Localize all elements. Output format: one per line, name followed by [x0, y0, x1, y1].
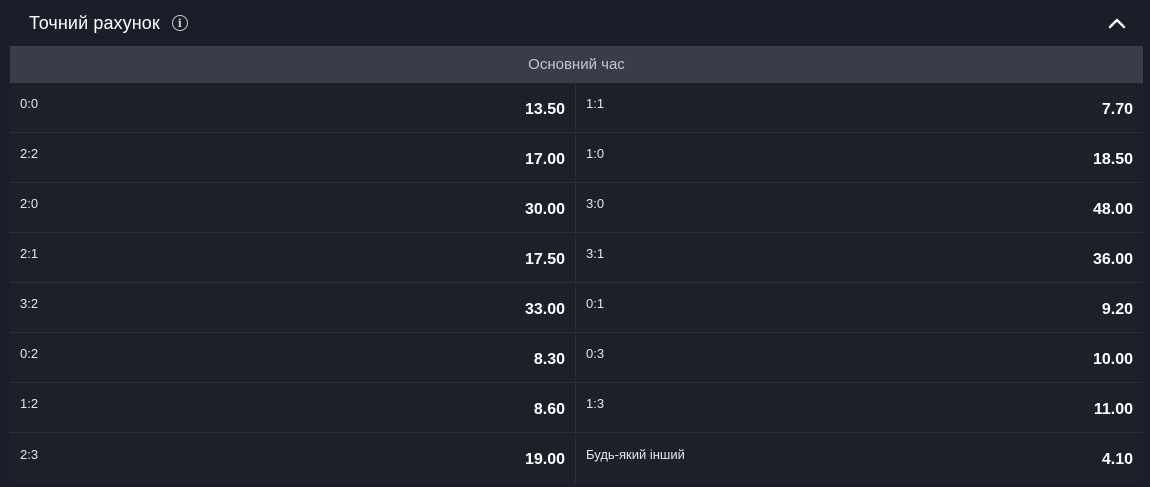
market-header[interactable]: Точний рахунок i: [0, 0, 1150, 46]
odds-button[interactable]: 3:2 33.00: [10, 283, 576, 332]
odds-button[interactable]: 3:1 36.00: [576, 233, 1143, 282]
odds-value: 36.00: [1092, 250, 1133, 268]
table-row: 2:0 30.00 3:0 48.00: [10, 183, 1143, 233]
odds-button[interactable]: 0:2 8.30: [10, 333, 576, 382]
odds-button[interactable]: 1:1 7.70: [576, 83, 1143, 132]
score-label: 2:1: [20, 246, 39, 261]
score-label: 1:0: [586, 146, 605, 161]
odds-value: 18.50: [1092, 150, 1133, 168]
odds-value: 8.60: [533, 400, 565, 418]
score-label: 0:1: [586, 296, 605, 311]
odds-button[interactable]: 2:1 17.50: [10, 233, 576, 282]
odds-button[interactable]: 0:0 13.50: [10, 83, 576, 132]
odds-value: 17.50: [524, 250, 565, 268]
odds-value: 4.10: [1101, 451, 1133, 468]
score-label: 1:1: [586, 96, 605, 111]
table-row: 2:2 17.00 1:0 18.50: [10, 133, 1143, 183]
odds-button[interactable]: 1:3 11.00: [576, 383, 1143, 432]
score-label: 3:2: [20, 296, 39, 311]
odds-value: 17.00: [524, 150, 565, 168]
odds-value: 33.00: [524, 300, 565, 318]
table-row: 2:3 19.00 Будь-який інший 4.10: [10, 433, 1143, 483]
table-row: 0:0 13.50 1:1 7.70: [10, 83, 1143, 133]
chevron-up-icon[interactable]: [1106, 12, 1128, 34]
period-label: Основний час: [528, 56, 625, 73]
exact-score-market: Точний рахунок i Основний час 0:0 13.50 …: [0, 0, 1150, 487]
odds-value: 11.00: [1093, 400, 1133, 418]
odds-button[interactable]: 2:3 19.00: [10, 433, 576, 483]
market-title: Точний рахунок: [29, 12, 160, 33]
odds-value: 48.00: [1092, 200, 1133, 218]
odds-grid: 0:0 13.50 1:1 7.70 2:2 17.00 1:0 18.50 2…: [10, 83, 1143, 483]
score-label: 0:0: [20, 96, 39, 111]
score-label: 2:2: [20, 146, 39, 161]
odds-button[interactable]: 1:2 8.60: [10, 383, 576, 432]
table-row: 0:2 8.30 0:3 10.00: [10, 333, 1143, 383]
odds-value: 10.00: [1092, 350, 1133, 368]
odds-value: 19.00: [524, 451, 565, 468]
odds-button[interactable]: 3:0 48.00: [576, 183, 1143, 232]
table-row: 2:1 17.50 3:1 36.00: [10, 233, 1143, 283]
score-label: 1:2: [20, 396, 39, 411]
score-label: 3:0: [586, 196, 605, 211]
score-label: 3:1: [586, 246, 605, 261]
odds-button[interactable]: 2:2 17.00: [10, 133, 576, 182]
table-row: 3:2 33.00 0:1 9.20: [10, 283, 1143, 333]
odds-value: 8.30: [533, 350, 565, 368]
score-label: 0:3: [586, 346, 605, 361]
odds-value: 7.70: [1101, 100, 1133, 118]
score-label: 1:3: [586, 396, 605, 411]
period-header: Основний час: [10, 46, 1143, 83]
score-label: 0:2: [20, 346, 39, 361]
odds-value: 13.50: [524, 100, 565, 118]
odds-button[interactable]: 1:0 18.50: [576, 133, 1143, 182]
score-label: 2:3: [20, 446, 39, 462]
odds-button[interactable]: 2:0 30.00: [10, 183, 576, 232]
odds-button[interactable]: Будь-який інший 4.10: [576, 433, 1143, 483]
odds-button[interactable]: 0:1 9.20: [576, 283, 1143, 332]
table-row: 1:2 8.60 1:3 11.00: [10, 383, 1143, 433]
odds-value: 9.20: [1101, 300, 1133, 318]
score-label: 2:0: [20, 196, 39, 211]
info-icon[interactable]: i: [171, 15, 188, 31]
odds-value: 30.00: [524, 200, 565, 218]
score-label: Будь-який інший: [586, 446, 685, 462]
odds-button[interactable]: 0:3 10.00: [576, 333, 1143, 382]
